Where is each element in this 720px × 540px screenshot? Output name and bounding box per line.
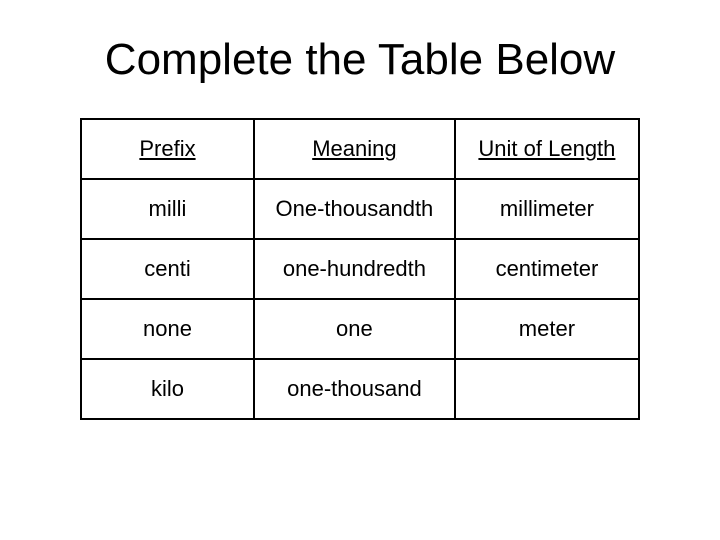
col-header-unit: Unit of Length [455,119,639,179]
table-row: kilo one-thousand [81,359,639,419]
col-header-prefix: Prefix [81,119,254,179]
cell-unit: centimeter [455,239,639,299]
cell-prefix: kilo [81,359,254,419]
table-row: none one meter [81,299,639,359]
table-header-row: Prefix Meaning Unit of Length [81,119,639,179]
table-row: centi one-hundredth centimeter [81,239,639,299]
cell-prefix: none [81,299,254,359]
cell-meaning: One-thousandth [254,179,455,239]
cell-unit: millimeter [455,179,639,239]
col-header-meaning: Meaning [254,119,455,179]
cell-meaning: one-hundredth [254,239,455,299]
page-title: Complete the Table Below [30,36,690,84]
cell-prefix: centi [81,239,254,299]
cell-unit [455,359,639,419]
table-row: milli One-thousandth millimeter [81,179,639,239]
cell-prefix: milli [81,179,254,239]
cell-unit: meter [455,299,639,359]
cell-meaning: one-thousand [254,359,455,419]
prefix-table: Prefix Meaning Unit of Length milli One-… [80,118,640,420]
cell-meaning: one [254,299,455,359]
slide-page: Complete the Table Below Prefix Meaning … [0,0,720,540]
prefix-table-wrap: Prefix Meaning Unit of Length milli One-… [80,118,640,420]
